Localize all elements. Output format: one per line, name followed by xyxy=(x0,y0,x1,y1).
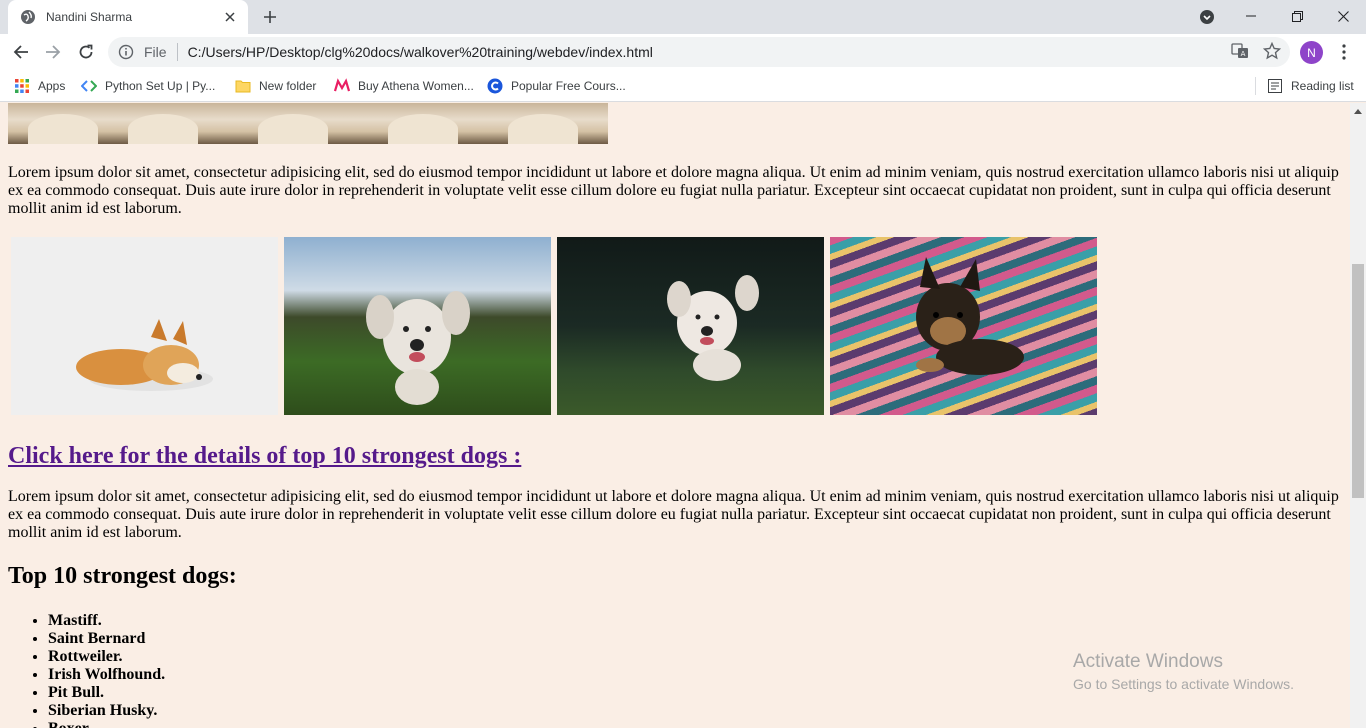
myntra-icon xyxy=(334,78,350,94)
second-paragraph: Lorem ipsum dolor sit amet, consectetur … xyxy=(8,488,1339,541)
url-scheme: File xyxy=(144,44,167,60)
close-window-button[interactable] xyxy=(1320,0,1366,32)
intro-paragraph: Lorem ipsum dolor sit amet, consectetur … xyxy=(8,164,1339,217)
url-text[interactable]: C:/Users/HP/Desktop/clg%20docs/walkover%… xyxy=(188,44,653,60)
bookmarks-bar: Apps Python Set Up | Py... New folder Bu… xyxy=(0,70,1366,102)
svg-text:A: A xyxy=(1241,50,1246,58)
restore-button[interactable] xyxy=(1274,0,1320,32)
bookmark-apps[interactable]: Apps xyxy=(14,76,65,96)
tab-title: Nandini Sharma xyxy=(46,10,133,24)
bookmark-popular-courses[interactable]: Popular Free Cours... xyxy=(487,76,626,96)
hero-dog-image xyxy=(8,103,608,144)
browser-tab[interactable]: Nandini Sharma xyxy=(8,0,248,34)
list-item: Boxer. xyxy=(48,720,165,728)
tab-strip: Nandini Sharma xyxy=(0,0,1366,34)
bookmark-star-icon[interactable] xyxy=(1262,41,1282,61)
bookmark-buy-athena[interactable]: Buy Athena Women... xyxy=(334,76,474,96)
scrollbar-thumb[interactable] xyxy=(1352,264,1364,498)
more-menu-icon[interactable] xyxy=(1334,41,1354,63)
dog-gallery xyxy=(11,237,1097,415)
activate-windows-watermark: Activate Windows Go to Settings to activ… xyxy=(1073,651,1294,693)
poodle-running-photo xyxy=(557,237,824,415)
page-content: Lorem ipsum dolor sit amet, consectetur … xyxy=(0,103,1350,728)
info-icon[interactable] xyxy=(118,44,134,60)
reading-list-button[interactable]: Reading list xyxy=(1267,76,1354,96)
reload-button[interactable] xyxy=(73,39,99,65)
bookmark-python-setup[interactable]: Python Set Up | Py... xyxy=(81,76,215,96)
bookmark-label: Python Set Up | Py... xyxy=(105,79,216,93)
strongest-dogs-list: Mastiff. Saint Bernard Rottweiler. Irish… xyxy=(48,612,165,728)
bookmark-new-folder[interactable]: New folder xyxy=(235,76,316,96)
page-scrollbar[interactable] xyxy=(1350,103,1366,728)
reading-list-icon xyxy=(1267,78,1283,94)
profile-avatar[interactable]: N xyxy=(1300,41,1323,64)
code-icon xyxy=(81,78,97,94)
bookmark-label: Apps xyxy=(38,79,66,93)
minimize-button[interactable] xyxy=(1228,0,1274,32)
list-item: Pit Bull. xyxy=(48,684,165,702)
list-item: Rottweiler. xyxy=(48,648,165,666)
bookmarks-divider xyxy=(1255,77,1256,95)
folder-icon xyxy=(235,78,251,94)
poodle-field-photo xyxy=(284,237,551,415)
forward-button[interactable] xyxy=(40,39,66,65)
omnibox-divider xyxy=(176,43,178,61)
strongest-dogs-heading: Top 10 strongest dogs: xyxy=(8,563,237,589)
bookmark-label: New folder xyxy=(259,79,317,93)
bookmark-label: Buy Athena Women... xyxy=(358,79,474,93)
list-item: Irish Wolfhound. xyxy=(48,666,165,684)
bookmark-label: Popular Free Cours... xyxy=(511,79,626,93)
address-bar[interactable]: File C:/Users/HP/Desktop/clg%20docs/walk… xyxy=(108,37,1290,67)
translate-icon[interactable]: A xyxy=(1230,41,1250,61)
globe-icon xyxy=(20,9,36,25)
back-button[interactable] xyxy=(8,39,34,65)
close-icon[interactable] xyxy=(222,9,238,25)
list-item: Saint Bernard xyxy=(48,630,165,648)
watermark-subtitle: Go to Settings to activate Windows. xyxy=(1073,676,1294,692)
apps-grid-icon xyxy=(14,78,30,94)
tab-search-icon[interactable] xyxy=(1196,6,1218,28)
watermark-title: Activate Windows xyxy=(1073,651,1223,672)
new-tab-button[interactable] xyxy=(258,6,282,28)
list-item: Siberian Husky. xyxy=(48,702,165,720)
reading-list-label: Reading list xyxy=(1291,79,1354,93)
list-item: Mastiff. xyxy=(48,612,165,630)
browser-toolbar: File C:/Users/HP/Desktop/clg%20docs/walk… xyxy=(0,34,1366,70)
yorkie-rug-photo xyxy=(830,237,1097,415)
strongest-dogs-link[interactable]: Click here for the details of top 10 str… xyxy=(8,443,521,470)
course-icon xyxy=(487,78,503,94)
corgi-photo xyxy=(11,237,278,415)
scroll-up-arrow-icon[interactable] xyxy=(1350,103,1366,119)
